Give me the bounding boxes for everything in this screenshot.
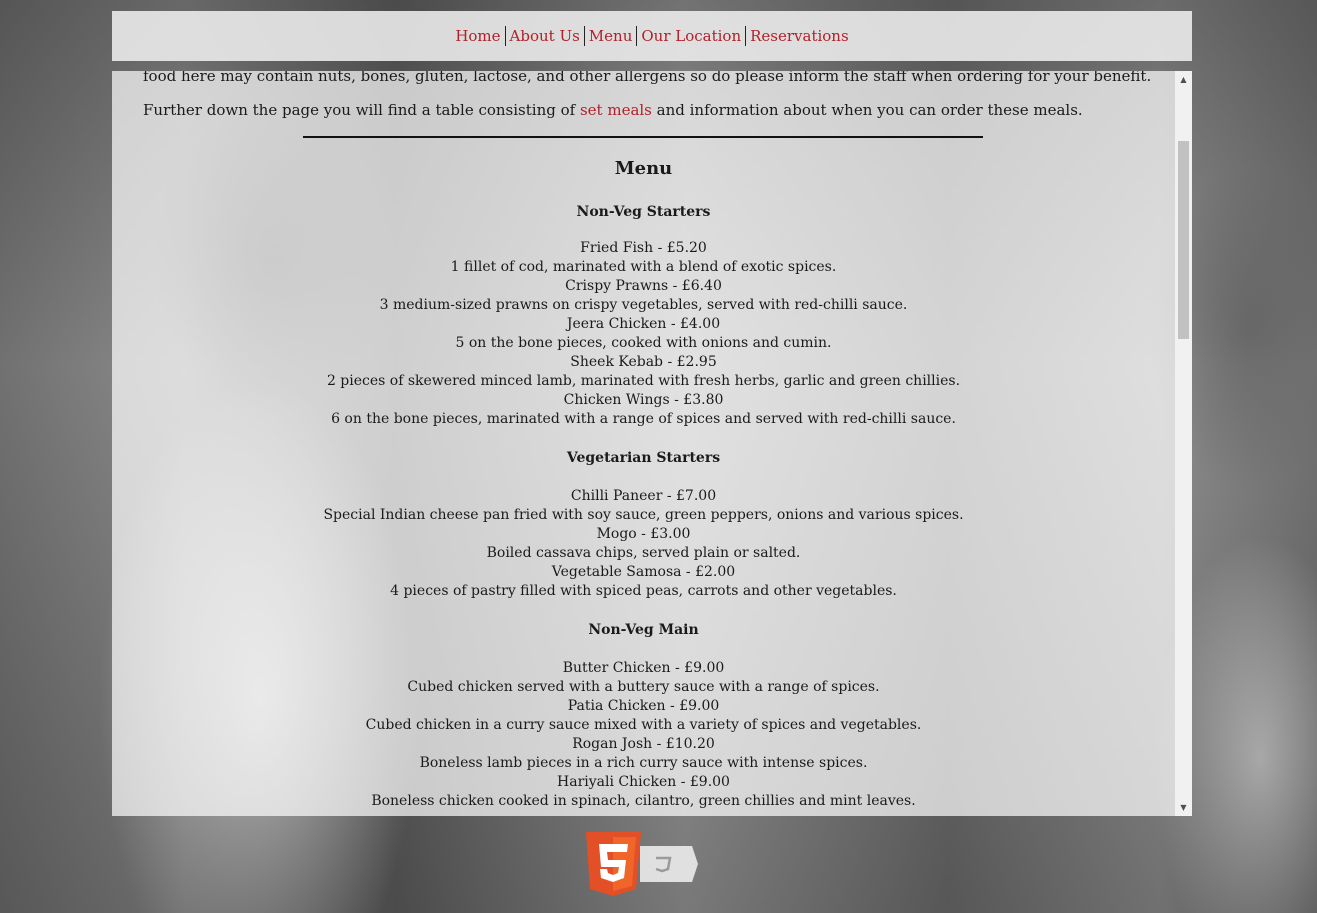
menu-item-name: Chilli Paneer - £7.00 bbox=[570, 488, 717, 504]
menu-item-desc: 1 fillet of cod, marinated with a blend … bbox=[450, 259, 837, 275]
content-scroll-area: food here may contain nuts, bones, glute… bbox=[112, 71, 1175, 816]
menu-item-name: Rogan Josh - £10.20 bbox=[572, 736, 715, 752]
nav-about-us[interactable]: About Us bbox=[507, 26, 583, 46]
nav-separator bbox=[504, 26, 506, 46]
menu-items-non-veg-main: Butter Chicken - £9.00 Cubed chicken ser… bbox=[112, 659, 1175, 811]
section-title: Non-Veg Main bbox=[588, 622, 699, 638]
content-scrollbar[interactable]: ▲ ▼ bbox=[1175, 71, 1192, 816]
menu-item-desc: Cubed chicken served with a buttery sauc… bbox=[407, 679, 880, 695]
menu-item-name: Butter Chicken - £9.00 bbox=[562, 660, 725, 676]
menu-item-desc: Special Indian cheese pan fried with soy… bbox=[323, 507, 964, 523]
menu-item-name: Hariyali Chicken - £9.00 bbox=[557, 774, 730, 790]
menu-items-vegetarian-starters: Chilli Paneer - £7.00 Special Indian che… bbox=[112, 487, 1175, 601]
set-meals-note: Further down the page you will find a ta… bbox=[112, 93, 1175, 127]
nav-separator bbox=[745, 26, 747, 46]
section-title: Vegetarian Starters bbox=[566, 450, 721, 466]
nav-home[interactable]: Home bbox=[452, 26, 503, 46]
main-nav: Home About Us Menu Our Location Reservat… bbox=[112, 11, 1192, 61]
set-meals-text-after: and information about when you can order… bbox=[651, 101, 1083, 119]
nav-separator bbox=[636, 26, 638, 46]
menu-item-desc: 2 pieces of skewered minced lamb, marina… bbox=[326, 373, 961, 389]
menu-item-desc: Boneless chicken cooked in spinach, cila… bbox=[371, 793, 916, 809]
allergen-notice: food here may contain nuts, bones, glute… bbox=[143, 71, 1152, 85]
html5-logo-icon bbox=[586, 832, 698, 896]
menu-item-desc: Boneless lamb pieces in a rich curry sau… bbox=[419, 755, 868, 771]
menu-item-name: Fried Fish - £5.20 bbox=[580, 240, 707, 256]
menu-item-desc: 3 medium-sized prawns on crispy vegetabl… bbox=[379, 297, 908, 313]
menu-item-desc: Boiled cassava chips, served plain or sa… bbox=[486, 545, 801, 561]
menu-item-name: Sheek Kebab - £2.95 bbox=[570, 354, 717, 370]
scroll-thumb[interactable] bbox=[1178, 141, 1189, 339]
menu-item-desc: 5 on the bone pieces, cooked with onions… bbox=[455, 335, 832, 351]
scroll-down-arrow-icon[interactable]: ▼ bbox=[1175, 799, 1192, 816]
nav-reservations[interactable]: Reservations bbox=[747, 26, 852, 46]
nav-separator bbox=[583, 26, 585, 46]
set-meals-link[interactable]: set meals bbox=[580, 101, 652, 119]
divider-line bbox=[303, 136, 983, 138]
menu-item-desc: Cubed chicken in a curry sauce mixed wit… bbox=[365, 717, 922, 733]
menu-item-name: Chicken Wings - £3.80 bbox=[563, 392, 724, 408]
menu-item-name: Crispy Prawns - £6.40 bbox=[565, 278, 722, 294]
menu-item-name: Vegetable Samosa - £2.00 bbox=[551, 564, 736, 580]
menu-item-name: Jeera Chicken - £4.00 bbox=[566, 316, 721, 332]
set-meals-text-before: Further down the page you will find a ta… bbox=[143, 101, 580, 119]
menu-item-name: Patia Chicken - £9.00 bbox=[567, 698, 720, 714]
content-panel: food here may contain nuts, bones, glute… bbox=[112, 71, 1192, 816]
menu-item-desc: 4 pieces of pastry filled with spiced pe… bbox=[390, 583, 897, 599]
section-title: Non-Veg Starters bbox=[576, 204, 711, 220]
menu-section-non-veg-starters: Non-Veg Starters bbox=[112, 201, 1175, 223]
menu-heading: Menu bbox=[614, 158, 673, 179]
scroll-up-arrow-icon[interactable]: ▲ bbox=[1175, 71, 1192, 88]
menu-item-desc: 6 on the bone pieces, marinated with a r… bbox=[331, 411, 956, 427]
menu-item-name: Mogo - £3.00 bbox=[596, 526, 691, 542]
html5-badge bbox=[584, 831, 698, 897]
nav-our-location[interactable]: Our Location bbox=[638, 26, 744, 46]
nav-menu[interactable]: Menu bbox=[586, 26, 636, 46]
menu-items-non-veg-starters: Fried Fish - £5.20 1 fillet of cod, mari… bbox=[112, 239, 1175, 429]
